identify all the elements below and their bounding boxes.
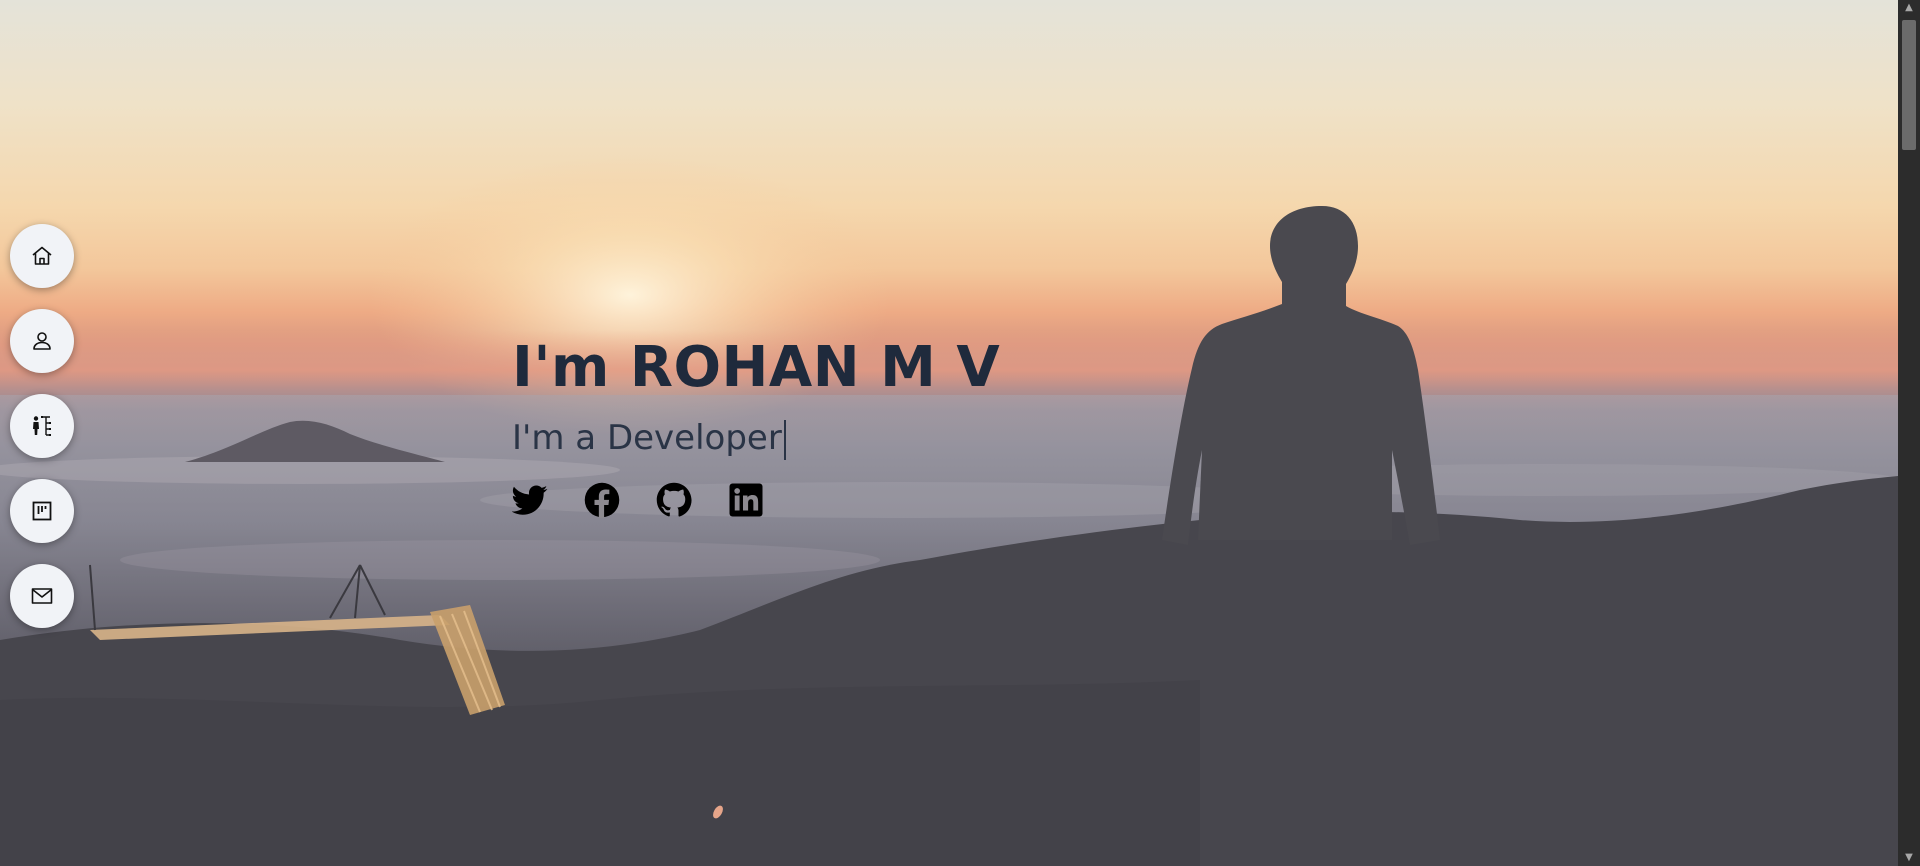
scroll-down-arrow-icon[interactable]: ▼ (1898, 850, 1920, 866)
github-link[interactable] (656, 482, 692, 518)
nav-portfolio-button[interactable] (10, 479, 74, 543)
vertical-scrollbar[interactable]: ▲ ▼ (1898, 0, 1920, 866)
hero-content: I'm ROHAN M V I'm a Developer (512, 326, 1212, 518)
twitter-link[interactable] (512, 482, 548, 518)
hero-title: I'm ROHAN M V (512, 335, 1001, 400)
linkedin-icon (729, 483, 763, 517)
hero-subtitle: I'm a Developer (512, 410, 1212, 466)
facebook-icon (584, 482, 620, 518)
github-icon (656, 482, 692, 517)
nav-skills-button[interactable] (10, 394, 74, 458)
facebook-link[interactable] (584, 482, 620, 518)
linkedin-link[interactable] (728, 482, 764, 518)
scrollbar-thumb[interactable] (1902, 20, 1916, 150)
home-icon (32, 246, 52, 265)
user-icon (33, 332, 51, 350)
typing-caret (783, 419, 786, 460)
nav-home-button[interactable] (10, 224, 74, 288)
page: I'm ROHAN M V I'm a Developer ▲ ▼ (0, 0, 1920, 866)
mail-icon (31, 588, 53, 604)
side-nav (10, 224, 76, 649)
scroll-up-arrow-icon[interactable]: ▲ (1898, 0, 1920, 16)
portfolio-icon (32, 501, 52, 521)
twitter-icon (512, 485, 548, 515)
nav-contact-button[interactable] (10, 564, 74, 628)
skills-icon (33, 416, 51, 436)
typed-text: I'm a Developer (512, 418, 782, 458)
social-links (512, 482, 1212, 518)
nav-about-button[interactable] (10, 309, 74, 373)
